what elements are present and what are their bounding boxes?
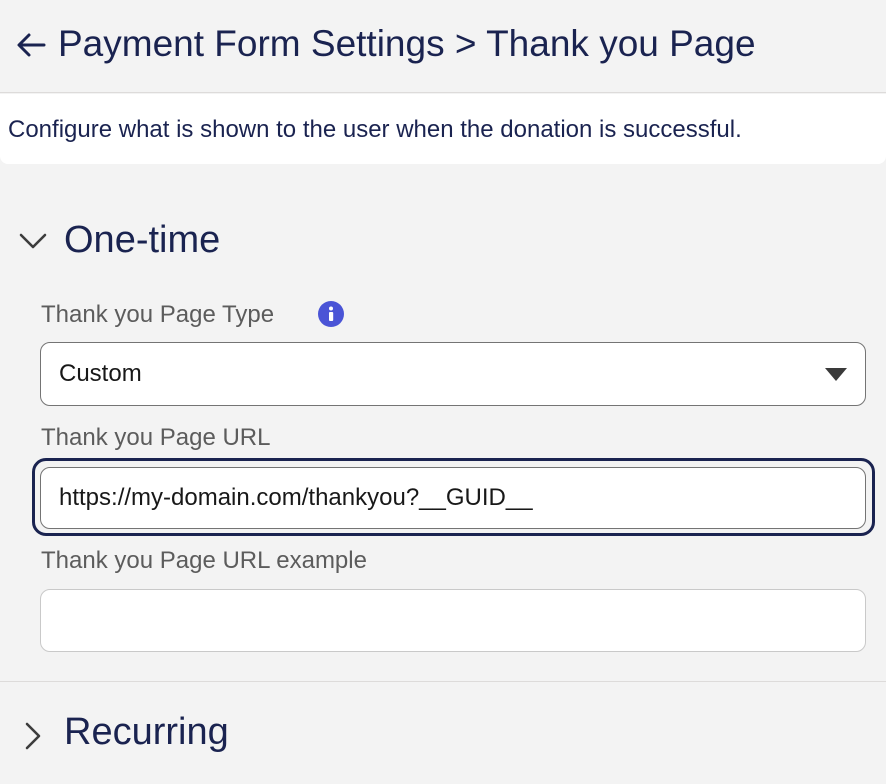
chevron-down-icon — [18, 226, 48, 256]
page-url-example-input[interactable] — [40, 589, 866, 652]
page-type-selected-value: Custom — [59, 360, 142, 387]
description-panel: Configure what is shown to the user when… — [0, 94, 886, 164]
chevron-right-icon — [18, 721, 48, 751]
page-url-label: Thank you Page URL — [41, 424, 271, 451]
page-title: Payment Form Settings > Thank you Page — [58, 23, 756, 64]
description-text: Configure what is shown to the user when… — [8, 116, 742, 143]
page-url-input[interactable] — [40, 467, 866, 529]
section-toggle-one-time[interactable]: One-time — [0, 210, 886, 270]
section-toggle-recurring[interactable]: Recurring — [0, 702, 886, 762]
caret-down-icon — [825, 368, 847, 381]
section-divider — [0, 681, 886, 682]
page-header: Payment Form Settings > Thank you Page — [0, 0, 886, 93]
info-icon[interactable] — [318, 301, 344, 327]
section-title-one-time: One-time — [64, 219, 221, 261]
page-url-example-label: Thank you Page URL example — [41, 547, 367, 574]
page-type-label: Thank you Page Type — [41, 301, 275, 328]
section-title-recurring: Recurring — [64, 711, 229, 753]
arrow-left-icon[interactable] — [14, 30, 48, 60]
page-type-select[interactable]: Custom — [40, 342, 866, 406]
